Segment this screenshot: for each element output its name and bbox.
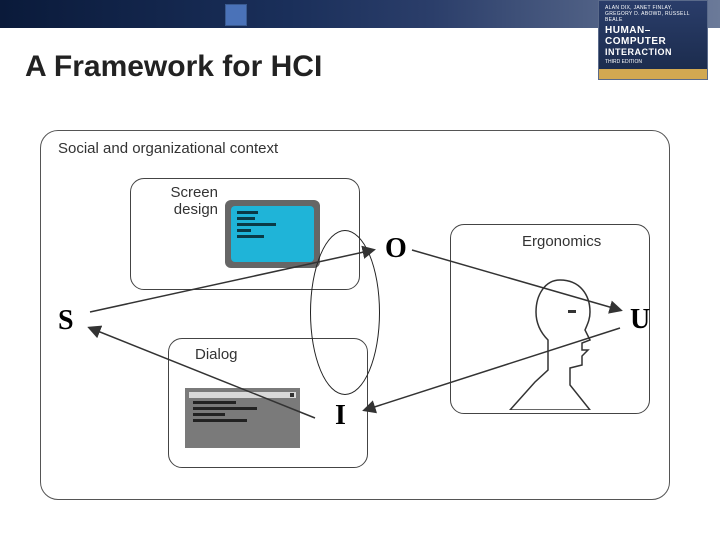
book-cover: ALAN DIX, JANET FINLAY, GREGORY D. ABOWD… <box>598 0 708 80</box>
diagram: Social and organizational context Screen… <box>40 130 670 500</box>
screen-design-label: Screen design <box>148 184 218 219</box>
monitor-icon <box>225 200 320 268</box>
marker-I: I <box>335 400 346 432</box>
book-authors-2: GREGORY D. ABOWD, RUSSELL BEALE <box>605 11 701 23</box>
marker-O: O <box>385 233 407 265</box>
book-band <box>599 69 707 79</box>
human-profile-icon <box>490 270 630 410</box>
outer-context-label: Social and organizational context <box>58 140 278 157</box>
interface-oval <box>310 230 380 395</box>
book-title-2: INTERACTION <box>605 47 701 57</box>
marker-U: U <box>630 304 650 336</box>
ergonomics-label: Ergonomics <box>522 233 601 250</box>
book-title-1: HUMAN–COMPUTER <box>605 25 701 47</box>
marker-S: S <box>58 305 74 337</box>
book-edition: THIRD EDITION <box>605 59 701 65</box>
slide-title: A Framework for HCI <box>25 50 322 84</box>
terminal-window-icon <box>185 388 300 448</box>
dialog-label: Dialog <box>195 346 238 363</box>
